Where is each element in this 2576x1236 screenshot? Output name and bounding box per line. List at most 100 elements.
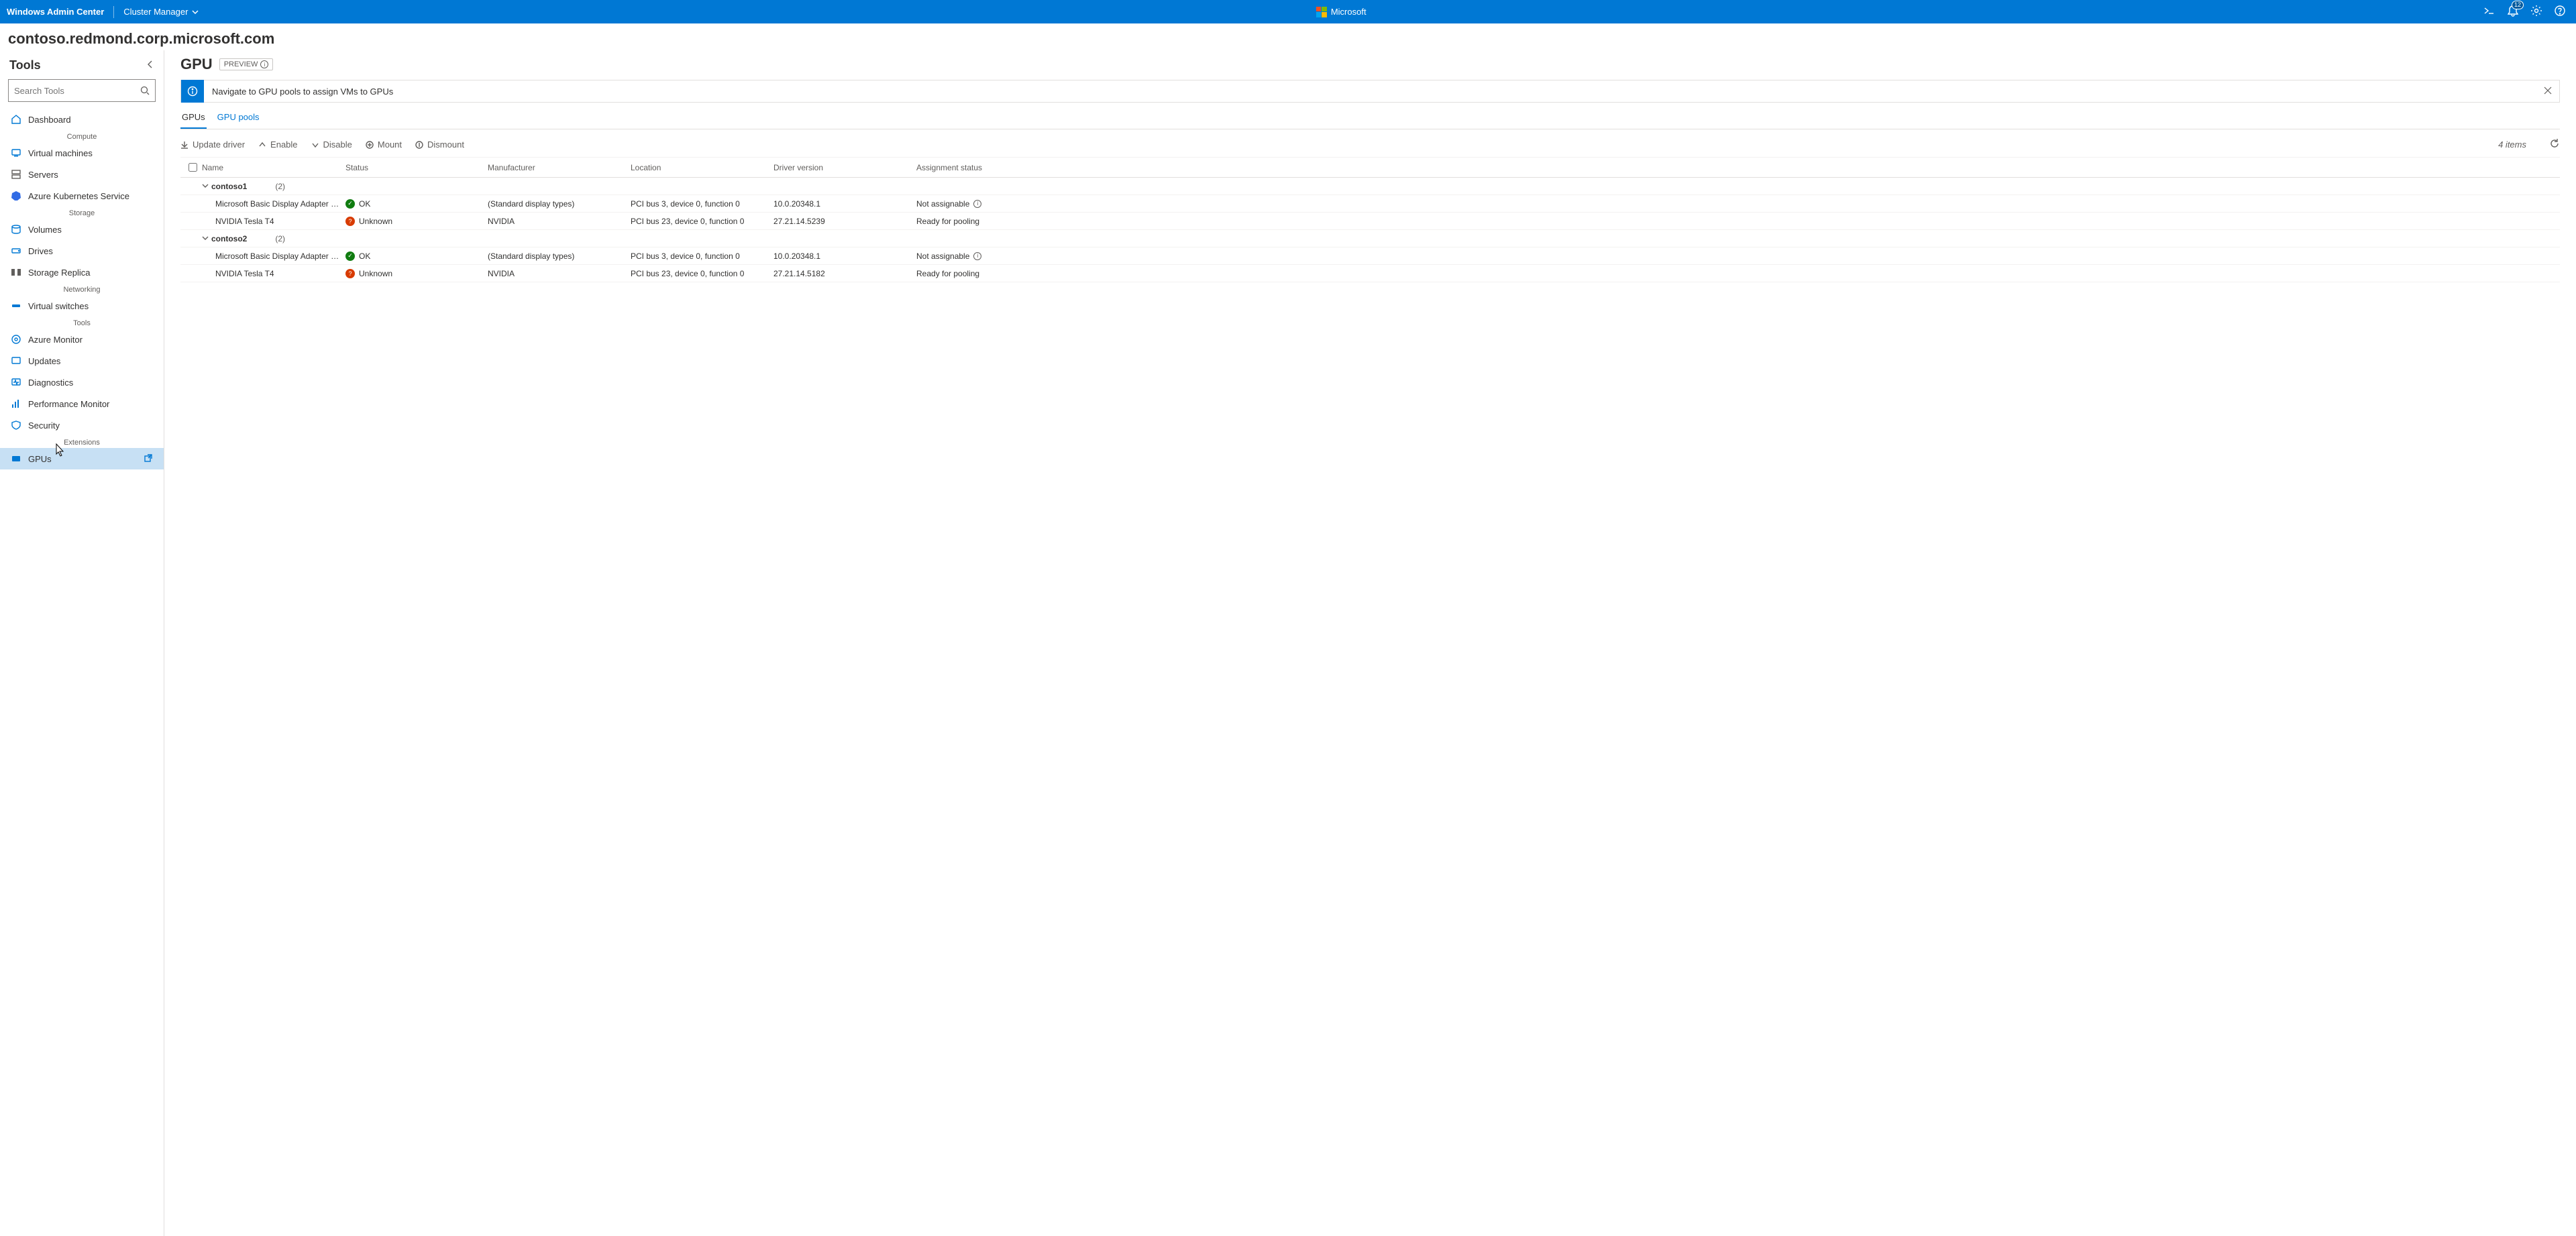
host-name: contoso.redmond.corp.microsoft.com (0, 23, 2576, 50)
notification-count-badge: 12 (2512, 1, 2524, 9)
storage-replica-icon (11, 267, 21, 278)
tools-sidebar: Tools Dashboard Compute Virtual machines… (0, 50, 164, 1236)
status-dot-icon: ? (345, 217, 355, 226)
cell-driver-version: 10.0.20348.1 (773, 251, 916, 261)
cell-driver-version: 27.21.14.5182 (773, 269, 916, 278)
sidebar-item-updates[interactable]: Updates (0, 350, 164, 372)
sidebar-item-performance-monitor[interactable]: Performance Monitor (0, 393, 164, 414)
sidebar-item-label: Virtual switches (28, 301, 89, 311)
sidebar-item-volumes[interactable]: Volumes (0, 219, 164, 240)
info-banner-text: Navigate to GPU pools to assign VMs to G… (204, 87, 2536, 97)
vm-icon (11, 148, 21, 158)
sidebar-item-gpus[interactable]: GPUs (0, 448, 164, 469)
table-row[interactable]: NVIDIA Tesla T4 ? Unknown NVIDIA PCI bus… (180, 213, 2560, 230)
app-name[interactable]: Windows Admin Center (7, 7, 104, 17)
status-dot-icon: ✓ (345, 251, 355, 261)
cell-manufacturer: (Standard display types) (488, 199, 631, 209)
main-content: GPU PREVIEW i Navigate to GPU pools to a… (164, 50, 2576, 1236)
sidebar-item-label: Diagnostics (28, 378, 73, 388)
group-count: (2) (275, 234, 285, 243)
cell-status: ✓ OK (345, 251, 488, 261)
module-dropdown[interactable]: Cluster Manager (123, 7, 199, 17)
settings-icon[interactable] (2530, 5, 2542, 19)
table-row[interactable]: NVIDIA Tesla T4 ? Unknown NVIDIA PCI bus… (180, 265, 2560, 282)
preview-badge: PREVIEW i (219, 58, 274, 70)
sidebar-item-label: Azure Kubernetes Service (28, 191, 129, 201)
cell-name: Microsoft Basic Display Adapter (Low Res… (202, 199, 345, 209)
dismount-button[interactable]: Dismount (415, 139, 464, 150)
sidebar-item-label: Drives (28, 246, 53, 256)
sidebar-item-storage-replica[interactable]: Storage Replica (0, 262, 164, 283)
cell-driver-version: 10.0.20348.1 (773, 199, 916, 209)
external-link-icon (144, 453, 153, 465)
cloud-shell-icon[interactable] (2483, 6, 2496, 17)
tab-gpus[interactable]: GPUs (180, 108, 207, 129)
sidebar-item-label: Volumes (28, 225, 62, 235)
close-banner-icon[interactable] (2536, 87, 2559, 97)
enable-button[interactable]: Enable (258, 139, 297, 150)
sidebar-item-aks[interactable]: Azure Kubernetes Service (0, 185, 164, 207)
table-row[interactable]: Microsoft Basic Display Adapter (Low Res… (180, 195, 2560, 213)
chevron-down-icon (202, 234, 209, 243)
info-icon[interactable]: i (973, 200, 981, 208)
updates-icon (11, 355, 21, 366)
column-name[interactable]: Name (202, 163, 345, 172)
toolbar: Update driver Enable Disable Mount Dismo… (180, 132, 2560, 158)
cell-assignment-status: Ready for pooling (916, 217, 2560, 226)
sidebar-item-azure-monitor[interactable]: Azure Monitor (0, 329, 164, 350)
cell-location: PCI bus 3, device 0, function 0 (631, 199, 773, 209)
module-label: Cluster Manager (123, 7, 188, 17)
cell-assignment-status: Not assignablei (916, 199, 2560, 209)
column-assignment-status[interactable]: Assignment status (916, 163, 2560, 172)
info-icon[interactable]: i (973, 252, 981, 260)
cell-location: PCI bus 3, device 0, function 0 (631, 251, 773, 261)
column-manufacturer[interactable]: Manufacturer (488, 163, 631, 172)
select-all-checkbox[interactable] (189, 163, 197, 172)
group-name: contoso1 (211, 182, 247, 191)
search-tools-input-wrap[interactable] (8, 79, 156, 102)
azure-monitor-icon (11, 334, 21, 345)
column-location[interactable]: Location (631, 163, 773, 172)
table-row[interactable]: Microsoft Basic Display Adapter (Low Res… (180, 247, 2560, 265)
sidebar-item-security[interactable]: Security (0, 414, 164, 436)
top-bar: Windows Admin Center Cluster Manager Mic… (0, 0, 2576, 23)
notifications-icon[interactable]: 12 (2508, 5, 2518, 19)
column-driver-version[interactable]: Driver version (773, 163, 916, 172)
sidebar-item-label: Storage Replica (28, 268, 91, 278)
table-group-row[interactable]: contoso1 (2) (180, 178, 2560, 195)
kubernetes-icon (11, 190, 21, 201)
table-header: Name Status Manufacturer Location Driver… (180, 158, 2560, 178)
disable-button[interactable]: Disable (311, 139, 352, 150)
status-dot-icon: ✓ (345, 199, 355, 209)
group-count: (2) (275, 182, 285, 191)
cell-location: PCI bus 23, device 0, function 0 (631, 217, 773, 226)
sidebar-item-label: GPUs (28, 454, 52, 464)
help-icon[interactable] (2555, 5, 2565, 18)
column-status[interactable]: Status (345, 163, 488, 172)
sidebar-group-extensions: Extensions (0, 436, 164, 448)
tab-gpu-pools[interactable]: GPU pools (216, 108, 261, 129)
home-icon (11, 114, 21, 125)
sidebar-item-virtual-machines[interactable]: Virtual machines (0, 142, 164, 164)
refresh-button[interactable] (2549, 138, 2560, 151)
chevron-down-icon (192, 9, 199, 15)
table-group-row[interactable]: contoso2 (2) (180, 230, 2560, 247)
sidebar-title: Tools (9, 58, 41, 72)
info-banner-icon (181, 80, 204, 103)
sidebar-item-dashboard[interactable]: Dashboard (0, 109, 164, 130)
sidebar-item-drives[interactable]: Drives (0, 240, 164, 262)
diagnostics-icon (11, 377, 21, 388)
sidebar-item-diagnostics[interactable]: Diagnostics (0, 372, 164, 393)
collapse-sidebar-icon[interactable] (146, 60, 154, 70)
sidebar-item-servers[interactable]: Servers (0, 164, 164, 185)
mount-button[interactable]: Mount (366, 139, 402, 150)
chevron-down-icon (202, 182, 209, 191)
sidebar-item-virtual-switches[interactable]: Virtual switches (0, 295, 164, 317)
search-tools-input[interactable] (14, 86, 140, 96)
volumes-icon (11, 224, 21, 235)
info-banner: Navigate to GPU pools to assign VMs to G… (180, 80, 2560, 103)
info-icon[interactable]: i (260, 60, 268, 68)
cell-location: PCI bus 23, device 0, function 0 (631, 269, 773, 278)
sidebar-item-label: Servers (28, 170, 58, 180)
update-driver-button[interactable]: Update driver (180, 139, 245, 150)
